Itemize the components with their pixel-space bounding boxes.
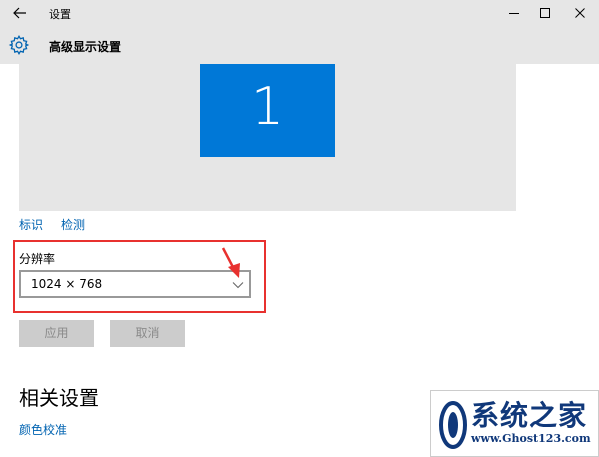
- close-icon: [574, 8, 585, 18]
- watermark-name: 系统之家: [471, 399, 588, 432]
- apply-button[interactable]: 应用: [19, 320, 94, 347]
- watermark-logo-icon: [439, 401, 467, 449]
- page-header: 高级显示设置: [0, 26, 599, 64]
- maximize-icon: [539, 8, 550, 18]
- detect-link[interactable]: 检测: [61, 216, 85, 233]
- resolution-value: 1024 × 768: [31, 277, 103, 291]
- identify-link[interactable]: 标识: [19, 216, 43, 233]
- watermark-url: www.Ghost123.com: [471, 432, 591, 445]
- monitor-tile[interactable]: 1: [200, 64, 335, 157]
- back-button[interactable]: [6, 2, 34, 24]
- cancel-button[interactable]: 取消: [110, 320, 185, 347]
- maximize-button[interactable]: [528, 0, 561, 26]
- close-button[interactable]: [563, 0, 596, 26]
- back-arrow-icon: [13, 7, 26, 19]
- gear-icon: [8, 35, 30, 55]
- color-calibration-link[interactable]: 颜色校准: [19, 421, 67, 438]
- monitor-number: 1: [250, 77, 285, 137]
- related-settings-heading: 相关设置: [19, 386, 99, 410]
- title-bar: 设置: [0, 0, 599, 26]
- chevron-down-icon: [232, 282, 244, 289]
- page-title: 高级显示设置: [49, 40, 122, 54]
- minimize-button[interactable]: [497, 0, 530, 26]
- minimize-icon: [508, 13, 519, 14]
- watermark-logo: 系统之家 www.Ghost123.com: [430, 390, 599, 457]
- annotation-arrow: [221, 247, 240, 278]
- window-title: 设置: [49, 8, 71, 21]
- resolution-label: 分辨率: [19, 252, 56, 266]
